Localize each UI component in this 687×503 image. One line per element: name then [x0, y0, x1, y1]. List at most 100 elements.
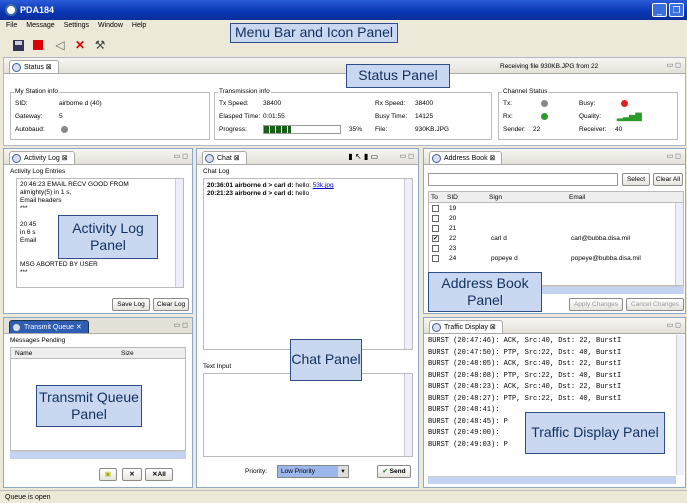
menu-settings[interactable]: Settings — [58, 20, 92, 29]
address-maximize-icon[interactable]: ▭ ◻ — [667, 152, 681, 160]
chevron-down-icon[interactable]: ▾ — [338, 466, 348, 477]
chat-input-scrollbar[interactable] — [404, 374, 412, 456]
sender-label: Sender: — [503, 126, 526, 133]
transmission-label: Transmission info — [218, 88, 271, 95]
menu-message[interactable]: Message — [20, 20, 57, 29]
cancel-changes-button[interactable]: Cancel Changes — [626, 298, 684, 311]
connect-icon[interactable] — [10, 37, 26, 53]
apply-changes-button[interactable]: Apply Changes — [569, 298, 623, 311]
delete-icon[interactable]: ✕ — [72, 37, 88, 53]
tx-speed-value: 38400 — [263, 100, 282, 107]
tab-chat[interactable]: Chat ⊠ — [202, 151, 247, 164]
status-bar: Queue is open — [0, 490, 687, 503]
row-checkbox[interactable] — [432, 225, 439, 232]
autobaud-label: Autobaud: — [15, 126, 45, 133]
tab-transmit-queue[interactable]: Transmit Queue ✕ — [9, 320, 89, 333]
address-scrollbar[interactable] — [675, 203, 683, 285]
stop-icon[interactable] — [30, 37, 46, 53]
menu-file[interactable]: File — [0, 20, 20, 29]
traffic-tab-bar: Traffic Display ⊠ ▭ ◻ — [424, 318, 685, 334]
priority-select[interactable]: Low Priority ▾ — [277, 465, 349, 478]
channel-status-label: Channel Status — [502, 88, 549, 95]
status-panel: Status ⊠ Receiving file 930KB.JPG from 2… — [3, 57, 686, 146]
speaker-icon[interactable]: ◁ — [52, 37, 68, 53]
address-table-row[interactable]: ✔ 22 carl d carl@bubba.disa.mil — [429, 234, 683, 243]
tab-address-label: Address Book — [444, 155, 488, 162]
activity-log-entry: MSG ABORTED BY USER — [20, 261, 98, 268]
chat-tool-icons[interactable]: ▮ ↖ ▮ ▭ — [348, 152, 378, 161]
receiving-text: Receiving file 930KB.JPG from 22 — [500, 63, 599, 70]
traffic-scrollbar[interactable] — [676, 335, 684, 475]
traffic-line: BURST (20:48:05): ACK, Src:40, Dst: 22, … — [428, 360, 622, 368]
traffic-maximize-icon[interactable]: ▭ ◻ — [667, 321, 681, 329]
traffic-hscrollbar[interactable] — [428, 476, 676, 484]
sid-label: SID: — [15, 100, 28, 107]
row-checkbox[interactable]: ✔ — [432, 235, 439, 242]
address-table-row[interactable]: 21 — [429, 224, 683, 233]
address-table-row[interactable]: 23 — [429, 244, 683, 253]
tab-status[interactable]: Status ⊠ — [9, 60, 59, 73]
channel-tx-indicator — [541, 100, 548, 107]
progress-percent: 35% — [349, 126, 363, 133]
clear-all-button[interactable]: Clear All — [653, 173, 683, 186]
restore-icon[interactable]: ❐ — [669, 3, 684, 17]
clear-log-button[interactable]: Clear Log — [153, 298, 189, 311]
select-button[interactable]: Select — [622, 173, 650, 186]
minimize-icon[interactable]: _ — [652, 3, 667, 17]
traffic-line: BURST (20:48:08): PTP, Src:22, Dst: 40, … — [428, 371, 622, 380]
callout-activity-log: Activity Log Panel — [58, 215, 158, 259]
chat-line: 20:21:23 airborne d > carl d: hello — [207, 190, 334, 198]
chat-line: 20:36:01 airborne d > carl d: hello: 53k… — [207, 182, 334, 190]
chat-attachment-link[interactable]: 53k.jpg — [313, 182, 334, 189]
queue-remove-icon[interactable]: ✕ — [122, 468, 142, 481]
row-checkbox[interactable] — [432, 255, 439, 262]
tab-queue-label: Transmit Queue — [24, 324, 74, 331]
menu-help[interactable]: Help — [126, 20, 149, 29]
tools-icon[interactable]: ⚒ — [92, 37, 108, 53]
chat-panel: Chat ⊠ ▮ ↖ ▮ ▭ ▭ ◻ Chat Log 20:36:01 air… — [196, 148, 419, 488]
send-button[interactable]: ✔ Send — [377, 465, 411, 478]
chat-tab-bar: Chat ⊠ ▮ ↖ ▮ ▭ ▭ ◻ — [197, 149, 418, 165]
activity-maximize-icon[interactable]: ▭ ◻ — [174, 152, 188, 160]
queue-hscrollbar[interactable] — [10, 451, 186, 459]
row-checkbox[interactable] — [432, 205, 439, 212]
chat-log-scrollbar[interactable] — [404, 179, 412, 349]
progress-label: Progress: — [219, 126, 247, 133]
row-sid: 22 — [449, 235, 457, 242]
chat-log[interactable]: 20:36:01 airborne d > carl d: hello: 53k… — [203, 178, 413, 350]
channel-status-group: Channel Status Tx: Rx: Busy: Quality: ▂▃… — [498, 88, 678, 140]
row-checkbox[interactable] — [432, 245, 439, 252]
chat-text-input[interactable] — [203, 373, 413, 457]
address-search-input[interactable] — [428, 173, 618, 186]
queue-maximize-icon[interactable]: ▭ ◻ — [174, 321, 188, 329]
channel-busy-label: Busy: — [579, 100, 596, 107]
address-table-row[interactable]: 20 — [429, 214, 683, 223]
elapsed-label: Elasped Time: — [219, 113, 261, 120]
activity-scrollbar[interactable] — [175, 179, 183, 287]
text-input-label: Text Input — [202, 363, 233, 370]
save-log-button[interactable]: Save Log — [112, 298, 150, 311]
row-sid: 23 — [449, 245, 457, 252]
tab-activity-log[interactable]: Activity Log ⊠ — [9, 151, 75, 164]
app-icon — [5, 4, 17, 16]
address-table-row[interactable]: 19 — [429, 204, 683, 213]
row-checkbox[interactable] — [432, 215, 439, 222]
menu-window[interactable]: Window — [92, 20, 126, 29]
chat-maximize-icon[interactable]: ▭ ◻ — [400, 152, 414, 160]
row-email: popeye@bubba.disa.mil — [571, 255, 641, 262]
row-sid: 24 — [449, 255, 457, 262]
tab-chat-label: Chat — [217, 155, 232, 162]
traffic-log[interactable]: BURST (20:47:46): ACK, Src:40, Dst: 22, … — [428, 336, 676, 476]
tx-speed-label: Tx Speed: — [219, 100, 249, 107]
queue-open-icon[interactable]: ▣ — [99, 468, 117, 481]
tab-address-book[interactable]: Address Book ⊠ — [429, 151, 503, 164]
col-to: To — [431, 194, 438, 201]
tab-traffic-display[interactable]: Traffic Display ⊠ — [429, 320, 503, 333]
address-table-row[interactable]: 24 popeye d popeye@bubba.disa.mil — [429, 254, 683, 263]
channel-rx-label: Rx: — [503, 113, 513, 120]
queue-remove-all-icon[interactable]: ✕All — [145, 468, 173, 481]
status-tab-icon — [12, 63, 21, 72]
status-maximize-icon[interactable]: ▭ ◻ — [667, 61, 681, 69]
col-email: Email — [569, 194, 586, 201]
activity-log-entry: Email headers — [20, 197, 62, 204]
